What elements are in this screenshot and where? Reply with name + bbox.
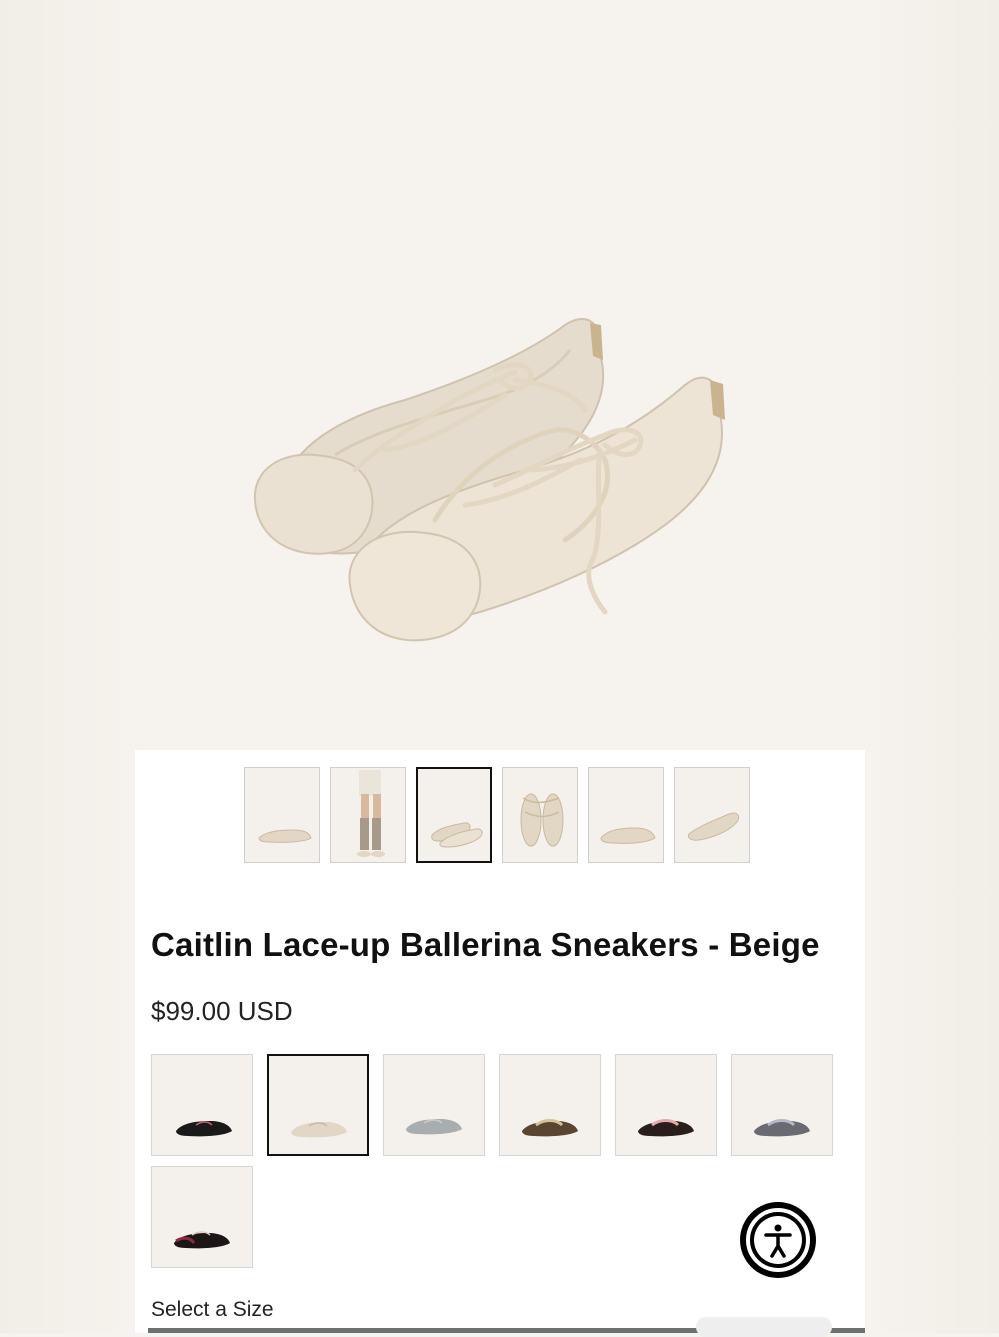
thumbnail-pair-view[interactable] — [416, 767, 492, 863]
swatch-black-pink[interactable] — [615, 1054, 717, 1156]
swatch-grey[interactable] — [383, 1054, 485, 1156]
image-thumbnails — [244, 767, 764, 865]
page-background-left — [0, 0, 135, 1333]
thumbnail-top-view[interactable] — [502, 767, 578, 863]
accessibility-button[interactable] — [740, 1202, 816, 1278]
swatch-black-burgundy[interactable] — [151, 1166, 253, 1268]
select-size-label: Select a Size — [151, 1298, 274, 1321]
thumbnail-angle-view[interactable] — [674, 767, 750, 863]
product-info-panel: Caitlin Lace-up Ballerina Sneakers - Bei… — [135, 750, 865, 1337]
accessibility-icon — [746, 1208, 810, 1272]
thumbnail-model-view[interactable] — [330, 767, 406, 863]
page-background-right — [865, 0, 999, 1333]
swatch-brown-tan[interactable] — [499, 1054, 601, 1156]
product-title: Caitlin Lace-up Ballerina Sneakers - Bei… — [151, 926, 820, 963]
swatch-black[interactable] — [151, 1054, 253, 1156]
swatch-beige[interactable] — [267, 1054, 369, 1156]
product-main-image[interactable] — [135, 0, 865, 750]
thumbnail-inner-side-view[interactable] — [588, 767, 664, 863]
thumbnail-side-view[interactable] — [244, 767, 320, 863]
home-indicator — [696, 1317, 832, 1337]
product-price: $99.00 USD — [151, 996, 293, 1026]
product-page: Caitlin Lace-up Ballerina Sneakers - Bei… — [135, 0, 865, 1337]
swatch-grey-lilac[interactable] — [731, 1054, 833, 1156]
